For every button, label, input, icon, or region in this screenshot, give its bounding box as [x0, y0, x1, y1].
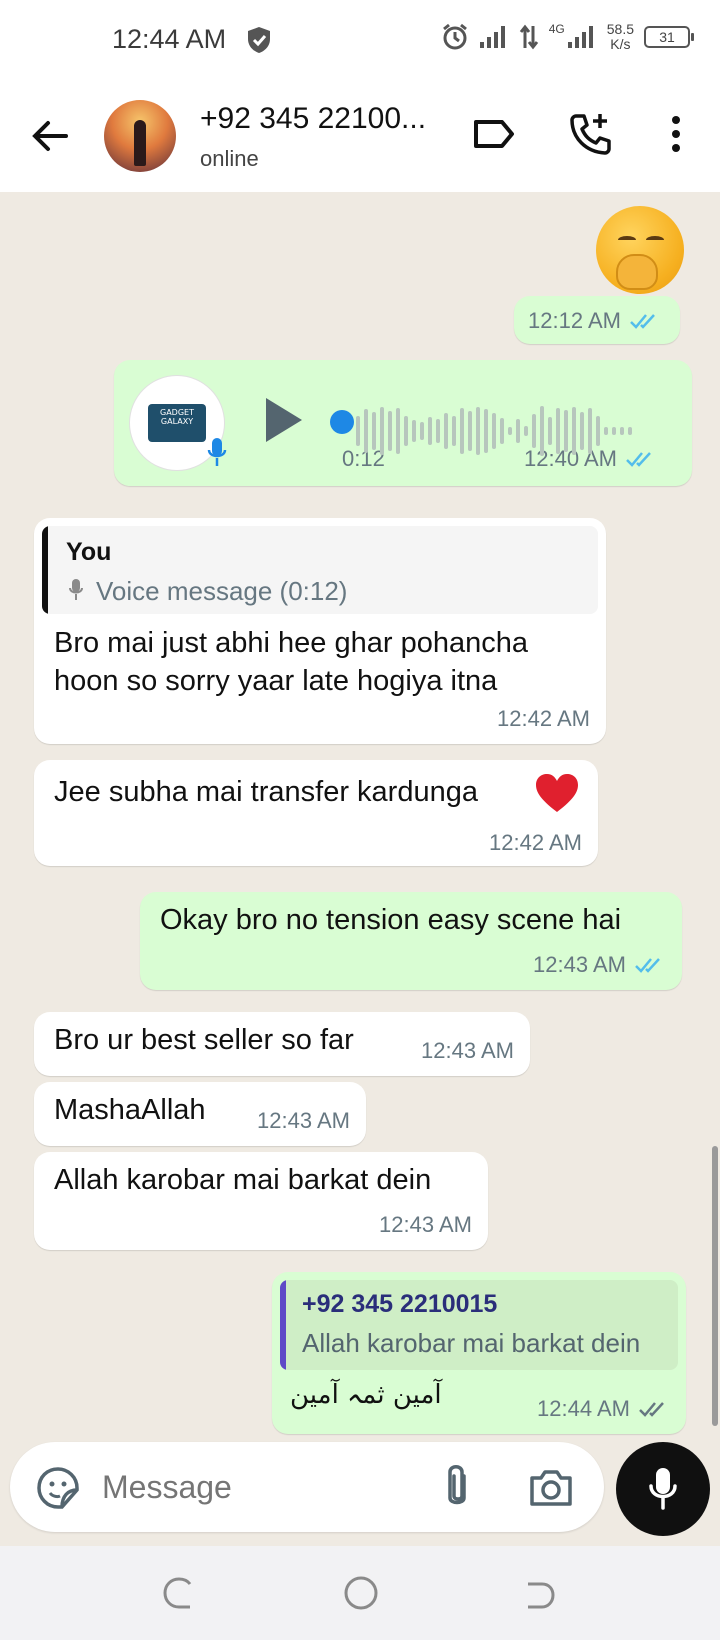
- message-text: Bro mai just abhi hee ghar pohancha hoon…: [54, 627, 528, 697]
- message-time: 12:43 AM: [421, 1038, 514, 1063]
- back-arrow-icon[interactable]: [28, 114, 72, 158]
- status-time: 12:44 AM: [112, 24, 227, 54]
- message-text: Jee subha mai transfer kardunga: [54, 776, 478, 808]
- contact-avatar[interactable]: [104, 100, 176, 172]
- hand-over-mouth-emoji: [596, 206, 684, 294]
- system-nav-bar: [0, 1546, 720, 1640]
- quote-text: Allah karobar mai barkat dein: [302, 1328, 641, 1358]
- message-time: 12:12 AM: [528, 308, 621, 333]
- net-speed-value: 58.5: [606, 21, 634, 37]
- message-input-bar[interactable]: [10, 1442, 604, 1532]
- red-heart-icon: [536, 774, 578, 812]
- message-text: Allah karobar mai barkat dein: [54, 1164, 432, 1196]
- status-bar: 12:44 AM 4G 58.5 K/s 31: [0, 0, 720, 80]
- mic-small-icon: [207, 438, 227, 466]
- incoming-message[interactable]: Allah karobar mai barkat dein 12:43 AM: [34, 1152, 488, 1250]
- avatar-text-1: GADGET: [160, 408, 194, 417]
- incoming-message[interactable]: You Voice message (0:12) Bro mai just ab…: [34, 518, 606, 744]
- time-chip: 12:12 AM: [514, 296, 680, 344]
- read-ticks-icon: [635, 958, 660, 973]
- quoted-message[interactable]: +92 345 2210015 Allah karobar mai barkat…: [280, 1280, 678, 1370]
- quote-sender: You: [66, 538, 112, 566]
- battery-level: 31: [659, 29, 675, 45]
- outgoing-message[interactable]: Okay bro no tension easy scene hai 12:43…: [140, 892, 682, 990]
- battery-icon: 31: [644, 26, 694, 48]
- chat-header: +92 345 22100... online: [0, 80, 720, 192]
- shield-icon: [248, 27, 270, 53]
- sticker-icon[interactable]: [36, 1466, 80, 1510]
- message-input[interactable]: [102, 1464, 402, 1510]
- delivered-ticks-icon: [639, 1402, 664, 1417]
- message-time: 12:43 AM: [533, 952, 626, 977]
- camera-icon[interactable]: [528, 1466, 574, 1508]
- message-time: 12:42 AM: [497, 706, 590, 731]
- incoming-message[interactable]: Bro ur best seller so far 12:43 AM: [34, 1012, 530, 1076]
- attach-icon[interactable]: [442, 1462, 472, 1512]
- alarm-icon: [442, 23, 467, 50]
- signal-icon-1: [479, 26, 505, 48]
- read-ticks-icon: [630, 314, 655, 329]
- back-nav-icon[interactable]: [522, 1576, 556, 1610]
- quoted-message[interactable]: You Voice message (0:12): [42, 526, 598, 614]
- signal-icon-2: [567, 26, 593, 48]
- chat-area[interactable]: 12:12 AM GADGET GALAXY 0:12 12:40 AM You…: [0, 192, 720, 1440]
- message-time: 12:43 AM: [379, 1212, 472, 1237]
- recent-apps-icon[interactable]: [162, 1576, 196, 1610]
- avatar-text-2: GALAXY: [160, 417, 194, 426]
- mic-icon: [69, 579, 83, 600]
- net-speed: 58.5 K/s: [607, 22, 634, 52]
- incoming-message[interactable]: Jee subha mai transfer kardunga 12:42 AM: [34, 760, 598, 866]
- network-type: 4G: [548, 22, 565, 36]
- message-time: 12:44 AM: [537, 1396, 630, 1421]
- message-text: Bro ur best seller so far: [54, 1024, 354, 1056]
- message-text: MashaAllah: [54, 1094, 206, 1126]
- voice-waveform: [356, 406, 632, 456]
- contact-name[interactable]: +92 345 22100...: [200, 102, 426, 136]
- message-text: آمین ثمہ آمین: [290, 1380, 442, 1410]
- status-icons: 4G 58.5 K/s 31: [441, 22, 694, 52]
- mic-icon: [649, 1468, 677, 1510]
- quote-sender: +92 345 2210015: [302, 1290, 498, 1318]
- data-arrows-icon: [519, 24, 538, 50]
- contact-status: online: [200, 146, 259, 171]
- more-options-icon[interactable]: [652, 110, 700, 158]
- message-time: 12:42 AM: [489, 830, 582, 855]
- message-time: 12:43 AM: [257, 1108, 350, 1133]
- quote-text: Voice message (0:12): [96, 576, 348, 606]
- net-speed-unit: K/s: [610, 36, 631, 52]
- label-icon[interactable]: [470, 110, 518, 158]
- chat-scrollbar[interactable]: [712, 1146, 718, 1426]
- outgoing-message[interactable]: +92 345 2210015 Allah karobar mai barkat…: [272, 1272, 686, 1434]
- home-icon[interactable]: [342, 1574, 380, 1612]
- playback-dot[interactable]: [330, 410, 354, 434]
- add-call-icon[interactable]: [566, 110, 614, 158]
- play-icon[interactable]: [262, 396, 306, 444]
- message-text: Okay bro no tension easy scene hai: [160, 904, 622, 936]
- voice-record-button[interactable]: [616, 1442, 710, 1536]
- incoming-message[interactable]: MashaAllah 12:43 AM: [34, 1082, 366, 1146]
